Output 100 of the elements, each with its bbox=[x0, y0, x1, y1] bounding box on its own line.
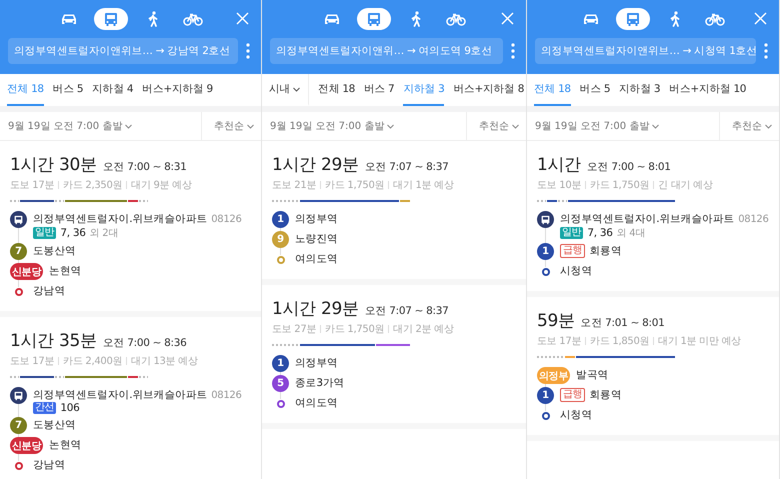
line-badge: 의정부 bbox=[537, 367, 570, 384]
duration-text: 1시간 29분 bbox=[272, 298, 359, 320]
filter-tab[interactable]: 지하철 4 bbox=[92, 74, 134, 106]
duration-text: 1시간 30분 bbox=[10, 154, 97, 176]
line-badge: 1 bbox=[537, 387, 554, 404]
sort-dropdown[interactable]: 추천순 bbox=[201, 112, 261, 140]
more-icon[interactable] bbox=[764, 43, 768, 59]
express-tag: 급행 bbox=[560, 388, 586, 402]
close-icon bbox=[236, 12, 249, 25]
summary-text: 카드 1,750원 bbox=[325, 323, 384, 336]
scope-dropdown[interactable]: 시내 bbox=[269, 74, 310, 106]
stop-name: 강남역 bbox=[33, 458, 66, 472]
car-icon bbox=[60, 12, 76, 26]
route-card[interactable]: 59분 오전 7:01 ~ 8:01 도보 17분 카드 1,850원 대기 1분 미만 예상 의정부 발곡역 1 급행 회룡역 시청역 bbox=[527, 297, 779, 441]
chevron-down-icon bbox=[125, 124, 132, 128]
more-buses-text: 외 4대 bbox=[616, 227, 645, 240]
stop-name: 노량진역 bbox=[295, 232, 338, 246]
bus-mode-button[interactable] bbox=[616, 8, 650, 30]
chevron-down-icon bbox=[387, 124, 394, 128]
filter-tab[interactable]: 지하철 3 bbox=[403, 74, 444, 106]
filter-tab[interactable]: 버스 5 bbox=[52, 74, 84, 106]
stop-name: 여의도역 bbox=[295, 396, 338, 410]
route-card[interactable]: 1시간 오전 7:00 ~ 8:01 도보 10분 카드 1,750원 긴 대기 예상 의정부역센트럴자이.위브캐슬아파트 08126 일반 7, 36 외 4대 1 급행 회룡역 시청역 bbox=[527, 141, 779, 297]
stop-name: 도봉산역 bbox=[33, 244, 76, 258]
summary-text: 카드 1,850원 bbox=[590, 335, 650, 348]
departure-dropdown[interactable]: 9월 19일 오전 7:00 출발 bbox=[262, 112, 402, 140]
stop-name: 발곡역 bbox=[576, 368, 608, 382]
close-button[interactable] bbox=[501, 12, 514, 25]
stop-name: 의정부역센트럴자이.위브캐슬아파트 bbox=[33, 388, 208, 402]
bus-mode-button[interactable] bbox=[357, 8, 391, 30]
stop-name: 논현역 bbox=[49, 438, 82, 452]
line-badge: 9 bbox=[272, 231, 289, 248]
summary-text: 도보 17분 bbox=[10, 179, 54, 192]
close-icon bbox=[754, 12, 767, 25]
sort-dropdown[interactable]: 추천순 bbox=[719, 112, 779, 140]
chevron-down-icon bbox=[652, 124, 660, 128]
stop-name: 시청역 bbox=[560, 264, 592, 278]
stop-name: 회룡역 bbox=[589, 388, 622, 402]
stop-code: 08126 bbox=[211, 214, 242, 224]
line-badge: 7 bbox=[10, 417, 27, 434]
stop-name: 논현역 bbox=[49, 264, 82, 278]
summary-text: 대기 1분 미만 예상 bbox=[658, 335, 741, 348]
chevron-down-icon bbox=[765, 124, 772, 128]
bicycle-icon bbox=[705, 12, 725, 26]
more-buses-text: 외 2대 bbox=[90, 227, 118, 240]
duration-text: 1시간 29분 bbox=[272, 154, 359, 176]
duration-text: 59분 bbox=[537, 310, 575, 332]
filter-tab[interactable]: 버스+지하철 9 bbox=[142, 74, 213, 106]
more-icon[interactable] bbox=[511, 43, 515, 59]
time-range: 오전 7:07 ~ 8:37 bbox=[364, 304, 449, 318]
filter-tab[interactable]: 버스 5 bbox=[580, 74, 610, 106]
walking-person-icon bbox=[410, 11, 422, 27]
filter-tab[interactable]: 버스+지하철 8 bbox=[453, 74, 524, 106]
summary-text: 도보 17분 bbox=[537, 335, 582, 348]
bicycle-icon bbox=[446, 12, 466, 26]
summary-text: 카드 2,350원 bbox=[63, 179, 122, 192]
walking-person-icon bbox=[669, 11, 681, 27]
filter-tab[interactable]: 버스+지하철 10 bbox=[669, 74, 746, 106]
summary-text: 도보 21분 bbox=[272, 179, 316, 192]
stop-name: 여의도역 bbox=[295, 252, 338, 266]
departure-dropdown[interactable]: 9월 19일 오전 7:00 출발 bbox=[527, 112, 668, 140]
close-button[interactable] bbox=[754, 12, 767, 25]
car-icon bbox=[583, 12, 599, 26]
bus-type-tag: 일반 bbox=[33, 227, 56, 239]
chevron-down-icon bbox=[293, 86, 300, 92]
filter-tab[interactable]: 전체 18 bbox=[318, 74, 355, 106]
time-range: 오전 7:00 ~ 8:36 bbox=[102, 336, 187, 350]
line-badge: 5 bbox=[272, 375, 289, 392]
filter-tab[interactable]: 지하철 3 bbox=[619, 74, 660, 106]
bus-icon bbox=[367, 12, 381, 26]
stop-name: 도봉산역 bbox=[33, 418, 76, 432]
summary-text: 대기 13분 예상 bbox=[131, 355, 198, 368]
time-range: 오전 7:07 ~ 8:37 bbox=[364, 160, 449, 174]
summary-text: 카드 1,750원 bbox=[590, 179, 650, 192]
bus-numbers: 7, 36 bbox=[587, 227, 613, 239]
summary-text: 도보 17분 bbox=[10, 355, 54, 368]
chevron-down-icon bbox=[512, 124, 519, 128]
stop-name: 강남역 bbox=[33, 284, 66, 298]
bus-type-tag: 간선 bbox=[33, 402, 56, 414]
bus-mode-button[interactable] bbox=[94, 8, 128, 30]
summary-text: 대기 2분 예상 bbox=[393, 323, 454, 336]
close-button[interactable] bbox=[236, 12, 249, 25]
summary-text: 카드 1,750원 bbox=[325, 179, 384, 192]
time-range: 오전 7:01 ~ 8:01 bbox=[580, 316, 665, 330]
stop-code: 08126 bbox=[211, 390, 242, 400]
departure-dropdown[interactable]: 9월 19일 오전 7:00 출발 bbox=[0, 112, 140, 140]
stop-name: 종로3가역 bbox=[295, 376, 344, 390]
sort-dropdown[interactable]: 추천순 bbox=[466, 112, 526, 140]
filter-tab[interactable]: 버스 7 bbox=[364, 74, 394, 106]
time-range: 오전 7:00 ~ 8:01 bbox=[586, 160, 671, 174]
walking-person-icon bbox=[146, 11, 158, 27]
bus-numbers: 106 bbox=[60, 402, 80, 414]
time-range: 오전 7:00 ~ 8:31 bbox=[102, 160, 187, 174]
line-badge: 1 bbox=[272, 211, 289, 228]
stop-name: 의정부역센트럴자이.위브캐슬아파트 bbox=[33, 212, 208, 226]
stop-name: 시청역 bbox=[560, 408, 592, 422]
line-badge: 신분당 bbox=[10, 437, 44, 454]
more-icon[interactable] bbox=[246, 43, 250, 59]
summary-text: 대기 1분 예상 bbox=[393, 179, 454, 192]
duration-text: 1시간 bbox=[537, 154, 581, 176]
